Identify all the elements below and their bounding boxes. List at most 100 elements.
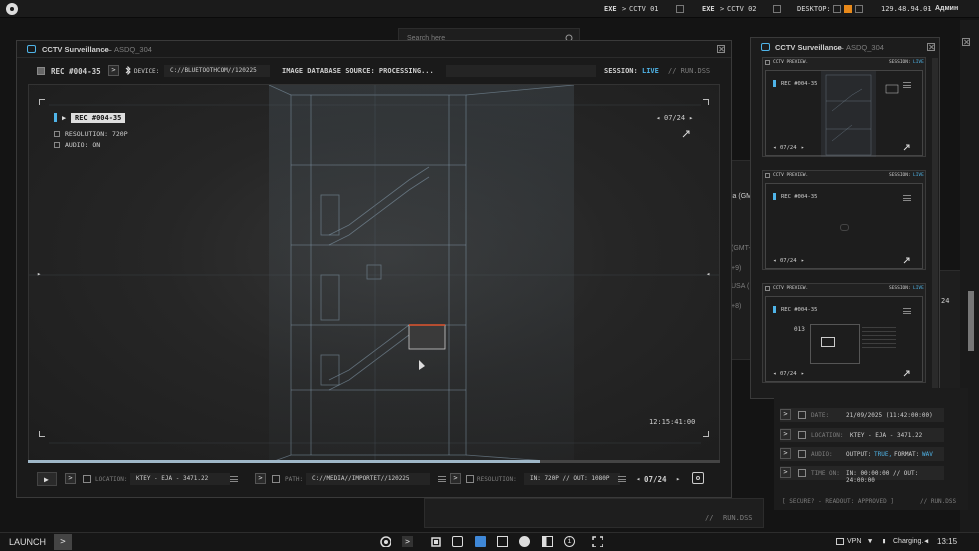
info-row-audio: > AUDIO: OUTPUT: TRUE, FORMAT: WAV: [780, 447, 944, 461]
expand-icon[interactable]: [903, 144, 910, 151]
preview-card-1[interactable]: CCTV PREVIEW. SESSION: LIVE REC #004-35 …: [762, 57, 926, 157]
info-icon[interactable]: i: [564, 536, 575, 547]
taskbar: LAUNCH >: [0, 532, 979, 551]
resolution-menu-icon[interactable]: [618, 476, 626, 482]
expand-icon[interactable]: [682, 130, 690, 138]
background-close-icon[interactable]: [962, 38, 970, 46]
next-icon[interactable]: ▸: [801, 371, 804, 377]
chevron-right-icon[interactable]: >: [255, 473, 266, 484]
pan-left-icon[interactable]: ▸: [37, 270, 41, 278]
window-title: CCTV Surveillance: [42, 45, 109, 54]
preview-header: CCTV PREVIEW.: [773, 173, 809, 178]
info-value-true: TRUE,: [874, 451, 893, 458]
scrollbar[interactable]: [968, 291, 974, 351]
close-icon[interactable]: [717, 45, 725, 53]
location-checkbox[interactable]: [83, 475, 91, 483]
play-icon: ▶: [62, 114, 67, 122]
preview-card-3[interactable]: CCTV PREVIEW. SESSION: LIVE 013 REC #004…: [762, 283, 926, 383]
location-menu-icon[interactable]: [230, 476, 238, 482]
chevron-right-icon[interactable]: >: [780, 448, 791, 459]
prev-icon[interactable]: ◂: [773, 145, 776, 151]
preview-card-2[interactable]: CCTV PREVIEW. SESSION: LIVE REC #004-35 …: [762, 170, 926, 270]
settings-icon[interactable]: [430, 536, 441, 547]
timezone-text: ia (GM: [731, 193, 752, 200]
user-name[interactable]: Админ: [935, 5, 958, 12]
launch-chevron-icon[interactable]: >: [54, 534, 72, 550]
play-button[interactable]: ▶: [37, 472, 57, 486]
tab-cctv01-close-icon[interactable]: [676, 5, 684, 13]
detail-box: [810, 324, 860, 364]
window-title-sep: —: [104, 45, 112, 54]
path-field[interactable]: C://MEDIA//IMPORTET//120225: [306, 473, 430, 485]
vpn-checkbox[interactable]: [836, 538, 844, 545]
expand-icon[interactable]: [903, 257, 910, 264]
next-icon[interactable]: ▸: [689, 114, 693, 122]
tab-cctv02[interactable]: CCTV 02: [727, 5, 757, 13]
resolution-checkbox[interactable]: [466, 475, 474, 483]
path-checkbox[interactable]: [272, 475, 280, 483]
wifi-icon[interactable]: ▼: [868, 537, 872, 545]
chevron-right-icon[interactable]: >: [65, 473, 76, 484]
prev-icon[interactable]: ◂: [636, 475, 640, 483]
playback-timeline[interactable]: [28, 460, 720, 463]
preview-menu-icon[interactable]: [903, 82, 911, 88]
main-title-bar[interactable]: CCTV Surveillance — ASDQ_304: [17, 41, 731, 58]
sound-icon[interactable]: ◀: [924, 537, 928, 545]
info-checkbox[interactable]: [798, 469, 806, 477]
preview-menu-icon[interactable]: [903, 195, 911, 201]
chevron-right-icon[interactable]: >: [780, 467, 791, 478]
expand-icon[interactable]: [903, 370, 910, 377]
tab-cctv02-close-icon[interactable]: [773, 5, 781, 13]
desktop-label: DESKTOP:: [797, 5, 831, 13]
chevron-right-icon[interactable]: >: [108, 65, 119, 76]
device-path-field[interactable]: C://BLUETOOTHCOM//120225: [164, 65, 270, 77]
next-icon[interactable]: ▸: [801, 145, 804, 151]
preview-checkbox[interactable]: [765, 286, 770, 291]
chevron-right-icon[interactable]: >: [450, 473, 461, 484]
close-icon[interactable]: [927, 43, 935, 51]
desktop-1-button[interactable]: [833, 5, 841, 13]
chevron-right-icon[interactable]: >: [780, 429, 791, 440]
pan-right-icon[interactable]: ◂: [706, 270, 710, 278]
preview-checkbox[interactable]: [765, 173, 770, 178]
user-separator: -: [927, 5, 932, 13]
os-logo-icon[interactable]: [6, 3, 18, 15]
desktop-2-button[interactable]: [844, 5, 852, 13]
preview-session-label: SESSION:: [889, 286, 911, 291]
camera-app-icon[interactable]: [452, 536, 463, 547]
chevron-right-icon[interactable]: >: [780, 409, 791, 420]
camera-feed[interactable]: ▶ REC #004-35 RESOLUTION: 720P AUDIO: ON…: [28, 84, 720, 462]
footer-run-label: RUN.DSS: [723, 514, 753, 522]
document-icon[interactable]: [542, 536, 553, 547]
next-icon[interactable]: ▸: [801, 258, 804, 264]
path-menu-icon[interactable]: [438, 476, 446, 482]
info-checkbox[interactable]: [798, 411, 806, 419]
info-checkbox[interactable]: [798, 450, 806, 458]
detail-icon: [821, 337, 835, 347]
location-field[interactable]: KTEY - EJA - 3471.22: [130, 473, 230, 485]
terminal-icon[interactable]: >: [402, 536, 413, 547]
folder-icon[interactable]: [475, 536, 486, 547]
media-icon[interactable]: [519, 536, 530, 547]
desktop-3-button[interactable]: [855, 5, 863, 13]
launch-button[interactable]: LAUNCH: [9, 537, 46, 547]
preview-checkbox[interactable]: [765, 60, 770, 65]
timezone-text: USA (: [731, 283, 750, 290]
rec-accent-bar: [54, 113, 57, 122]
prev-icon[interactable]: ◂: [773, 258, 776, 264]
preview-scrollbar[interactable]: [932, 58, 938, 396]
prev-icon[interactable]: ◂: [656, 114, 660, 122]
info-checkbox[interactable]: [798, 431, 806, 439]
resolution-field[interactable]: IN: 720P // OUT: 1080P: [524, 473, 620, 485]
preview-menu-icon[interactable]: [903, 308, 911, 314]
browser-icon[interactable]: [380, 536, 391, 547]
monitor-icon[interactable]: [497, 536, 508, 547]
prev-icon[interactable]: ◂: [773, 371, 776, 377]
rec-accent-bar: [773, 80, 776, 87]
frame-corner: [39, 99, 45, 105]
snapshot-icon[interactable]: [692, 472, 704, 484]
next-icon[interactable]: ▸: [676, 475, 680, 483]
grid-icon[interactable]: [592, 536, 603, 547]
side-counter: 24: [941, 297, 950, 305]
tab-cctv01[interactable]: CCTV 01: [629, 5, 659, 13]
